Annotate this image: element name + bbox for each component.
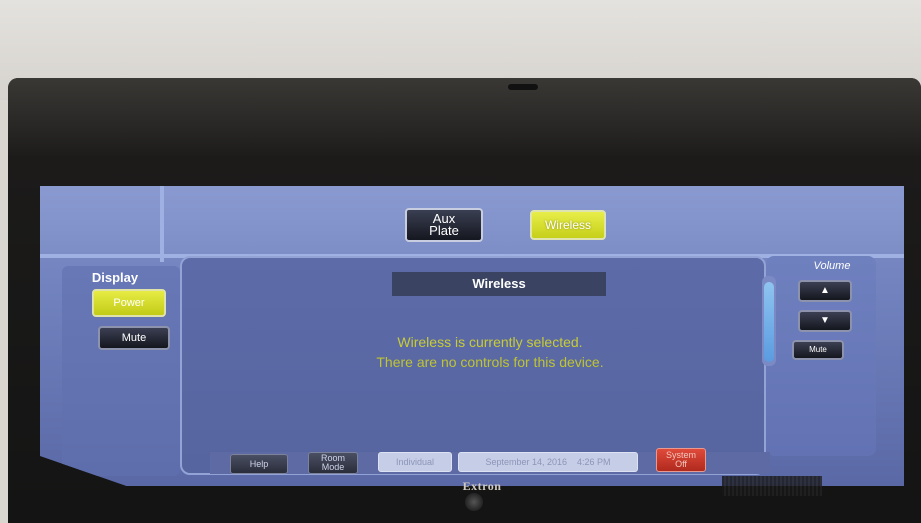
aux-plate-label-line2: Plate <box>429 223 459 238</box>
status-message-line2: There are no controls for this device. <box>376 354 604 370</box>
triangle-up-icon: ▲ <box>820 285 830 296</box>
divider-vertical <box>160 186 164 262</box>
bezel-top <box>8 78 921 156</box>
room-mode-button[interactable]: Room Mode <box>308 452 358 474</box>
power-button[interactable]: Power <box>92 289 166 317</box>
wireless-source-button[interactable]: Wireless <box>530 210 606 240</box>
help-button[interactable]: Help <box>230 454 288 474</box>
help-label: Help <box>249 458 269 469</box>
speaker-grille <box>722 476 822 496</box>
camera-slot <box>508 84 538 90</box>
display-panel-title: Display <box>91 270 139 285</box>
display-mute-button[interactable]: Mute <box>98 326 170 350</box>
triangle-down-icon: ▼ <box>820 315 830 326</box>
volume-down-button[interactable]: ▼ <box>798 310 852 332</box>
brand-logo: Extron <box>462 479 502 493</box>
room-mode-label-line2: Mode <box>321 462 345 472</box>
touch-screen: Aux Plate Wireless Display Power Mute Wi… <box>40 186 904 486</box>
individual-label: Individual <box>395 456 435 467</box>
date-time-display: September 14, 2016 4:26 PM <box>458 452 638 472</box>
system-off-label-line2: Off <box>675 459 687 469</box>
status-message-line1: Wireless is currently selected. <box>397 334 583 350</box>
volume-scrollbar-thumb[interactable] <box>764 282 774 362</box>
date-label: September 14, 2016 <box>485 456 568 467</box>
light-sensor-icon <box>465 493 483 511</box>
system-off-button[interactable]: System Off <box>656 448 706 472</box>
time-label: 4:26 PM <box>577 456 611 467</box>
volume-mute-button[interactable]: Mute <box>792 340 844 360</box>
volume-up-button[interactable]: ▲ <box>798 280 852 302</box>
aux-plate-button[interactable]: Aux Plate <box>405 208 483 242</box>
volume-panel-title: Volume <box>813 260 851 272</box>
individual-indicator: Individual <box>378 452 452 472</box>
main-panel-title: Wireless <box>392 272 606 296</box>
